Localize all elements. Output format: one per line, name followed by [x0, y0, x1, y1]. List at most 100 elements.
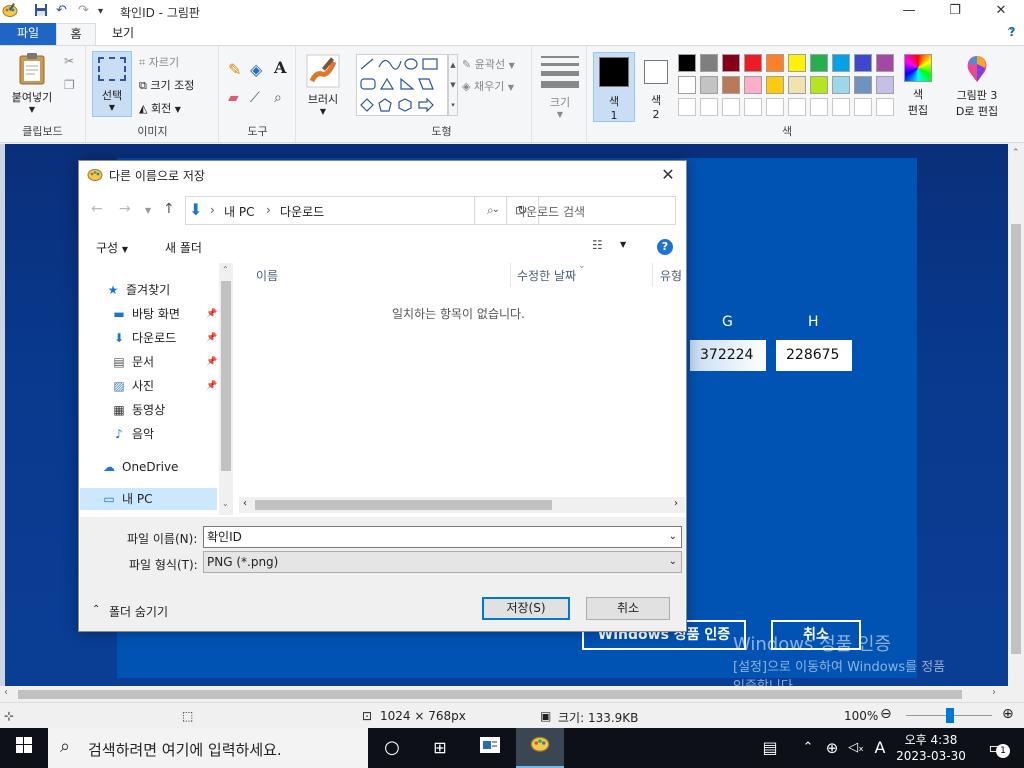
- nav-scroll-thumb[interactable]: [221, 281, 231, 471]
- maximize-button[interactable]: ❐: [932, 0, 978, 23]
- palette-swatch[interactable]: [744, 54, 762, 72]
- palette-swatch[interactable]: [744, 76, 762, 94]
- ime-indicator[interactable]: A: [868, 728, 892, 768]
- palette-swatch[interactable]: [854, 54, 872, 72]
- filetype-select[interactable]: PNG (*.png) ⌄: [203, 551, 682, 573]
- help-icon[interactable]: ?: [1000, 25, 1024, 39]
- save-quick-icon[interactable]: [34, 3, 48, 21]
- notification-center-icon[interactable]: ▭ 1: [976, 728, 1016, 768]
- dialog-help-icon[interactable]: ?: [657, 239, 673, 255]
- magnifier-icon[interactable]: ⌕: [274, 90, 282, 106]
- palette-swatch[interactable]: [678, 54, 696, 72]
- palette-swatch[interactable]: [810, 54, 828, 72]
- paste-dropdown-icon[interactable]: ▼: [6, 105, 58, 114]
- palette-custom-slot[interactable]: [854, 98, 872, 116]
- color-picker-icon[interactable]: ⟋: [250, 90, 260, 106]
- edit-with-paint3d-button[interactable]: 그림판 3 D로 편집: [948, 54, 1006, 119]
- color1-button[interactable]: 색 1: [593, 52, 635, 122]
- back-icon[interactable]: ←: [91, 201, 103, 217]
- minimize-button[interactable]: —: [886, 0, 932, 23]
- dialog-search-box[interactable]: ⌕ 다운로드 검색: [474, 196, 676, 225]
- brushes-button[interactable]: 브러시 ▼: [300, 54, 346, 116]
- palette-swatch[interactable]: [700, 54, 718, 72]
- palette-swatch[interactable]: [722, 54, 740, 72]
- network-icon[interactable]: ⊕: [820, 728, 844, 768]
- nav-videos[interactable]: ▦ 동영상: [110, 399, 165, 421]
- scroll-up-icon[interactable]: ⌃: [1012, 148, 1020, 158]
- palette-custom-slot[interactable]: [678, 98, 696, 116]
- column-type[interactable]: 유형: [660, 267, 682, 284]
- volume-muted-icon[interactable]: ◁ₓ: [844, 728, 868, 768]
- tab-home[interactable]: 홈: [56, 23, 96, 45]
- task-view-cortana-icon[interactable]: ○: [368, 728, 416, 768]
- taskbar-paint-icon[interactable]: [516, 728, 564, 768]
- nav-downloads[interactable]: ⬇ 다운로드 📌: [110, 327, 217, 349]
- scroll-right-icon[interactable]: ›: [992, 687, 996, 698]
- forward-icon[interactable]: →: [119, 201, 131, 217]
- task-view-icon[interactable]: ⊞: [416, 728, 464, 768]
- edit-colors-button[interactable]: 색 편집: [898, 54, 938, 118]
- outline-button[interactable]: ✎ 윤곽선 ▼: [462, 56, 515, 72]
- nav-music[interactable]: ♪ 음악: [110, 423, 154, 445]
- tab-file[interactable]: 파일: [0, 23, 56, 45]
- copy-icon[interactable]: ❐: [64, 78, 75, 92]
- nav-onedrive[interactable]: ☁ OneDrive: [100, 456, 178, 478]
- filename-input[interactable]: 확인ID ⌄: [203, 526, 682, 548]
- nav-scrollbar[interactable]: ⌃ ⌄: [219, 263, 233, 515]
- filename-dropdown-icon[interactable]: ⌄: [669, 527, 677, 547]
- palette-custom-slot[interactable]: [744, 98, 762, 116]
- list-scroll-thumb[interactable]: [255, 500, 552, 510]
- up-icon[interactable]: ↑: [163, 201, 175, 217]
- palette-swatch[interactable]: [700, 76, 718, 94]
- address-bar[interactable]: ⬇ › 내 PC › 다운로드 ⌄: [185, 196, 507, 225]
- file-list[interactable]: 이름 ⌄ 수정한 날짜 유형 일치하는 항목이 없습니다. ‹ ›: [239, 261, 685, 513]
- text-tool-icon[interactable]: A: [274, 58, 286, 77]
- view-options-icon[interactable]: ☷: [592, 238, 603, 252]
- palette-swatch[interactable]: [788, 76, 806, 94]
- tab-view[interactable]: 보기: [96, 23, 150, 45]
- palette-swatch[interactable]: [678, 76, 696, 94]
- palette-custom-slot[interactable]: [788, 98, 806, 116]
- palette-custom-slot[interactable]: [766, 98, 784, 116]
- nav-scroll-down-icon[interactable]: ⌄: [222, 499, 229, 508]
- palette-swatch[interactable]: [766, 76, 784, 94]
- palette-swatch[interactable]: [832, 76, 850, 94]
- clock-date[interactable]: 2023-03-30: [893, 749, 969, 763]
- close-button[interactable]: ✕: [978, 0, 1024, 23]
- cancel-button[interactable]: 취소: [586, 597, 670, 620]
- view-dropdown-icon[interactable]: ▼: [620, 240, 626, 249]
- nav-scroll-up-icon[interactable]: ⌃: [222, 265, 229, 274]
- nav-this-pc[interactable]: ▭ 내 PC: [80, 488, 217, 510]
- nav-documents[interactable]: ▤ 문서 📌: [110, 351, 217, 373]
- palette-swatch[interactable]: [722, 76, 740, 94]
- undo-icon[interactable]: ↶: [56, 3, 67, 18]
- tray-keyboard-icon[interactable]: ▤: [750, 728, 790, 768]
- crop-button[interactable]: ⌗ 자르기: [139, 54, 179, 70]
- shapes-scroll[interactable]: ▲ ▼ ▾: [448, 54, 458, 116]
- breadcrumb-downloads[interactable]: 다운로드: [280, 203, 324, 220]
- nav-pictures[interactable]: ▨ 사진 📌: [110, 375, 217, 397]
- palette-custom-slot[interactable]: [876, 98, 894, 116]
- shapes-gallery[interactable]: [356, 54, 448, 116]
- new-folder-button[interactable]: 새 폴더: [165, 239, 202, 256]
- size-button[interactable]: 크기 ▼: [541, 54, 579, 119]
- nav-quick-access[interactable]: ★ 즐겨찾기: [104, 279, 171, 301]
- horizontal-scroll-thumb[interactable]: [18, 690, 962, 699]
- column-modified[interactable]: 수정한 날짜: [517, 267, 576, 284]
- rotate-button[interactable]: ◭ 회전 ▼: [139, 100, 181, 116]
- pencil-icon[interactable]: ✎: [228, 60, 241, 79]
- palette-custom-slot[interactable]: [722, 98, 740, 116]
- zoom-in-icon[interactable]: ⊕: [1002, 706, 1014, 722]
- taskbar-search-box[interactable]: ⌕ 검색하려면 여기에 입력하세요.: [48, 728, 368, 768]
- eraser-icon[interactable]: ▰: [228, 90, 239, 106]
- taskbar-app-icon[interactable]: [466, 728, 514, 768]
- scroll-left-icon[interactable]: ‹: [4, 687, 8, 698]
- palette-swatch[interactable]: [832, 54, 850, 72]
- zoom-slider-thumb[interactable]: [946, 708, 954, 723]
- clock-time[interactable]: 오후 4:38: [896, 731, 966, 748]
- file-list-hscrollbar[interactable]: ‹ ›: [239, 497, 685, 513]
- list-scroll-right-icon[interactable]: ›: [674, 498, 678, 509]
- tray-overflow-icon[interactable]: ⌃: [796, 728, 820, 768]
- horizontal-scrollbar[interactable]: ‹ ›: [0, 686, 1008, 702]
- paste-button[interactable]: 붙여넣기 ▼: [6, 52, 58, 114]
